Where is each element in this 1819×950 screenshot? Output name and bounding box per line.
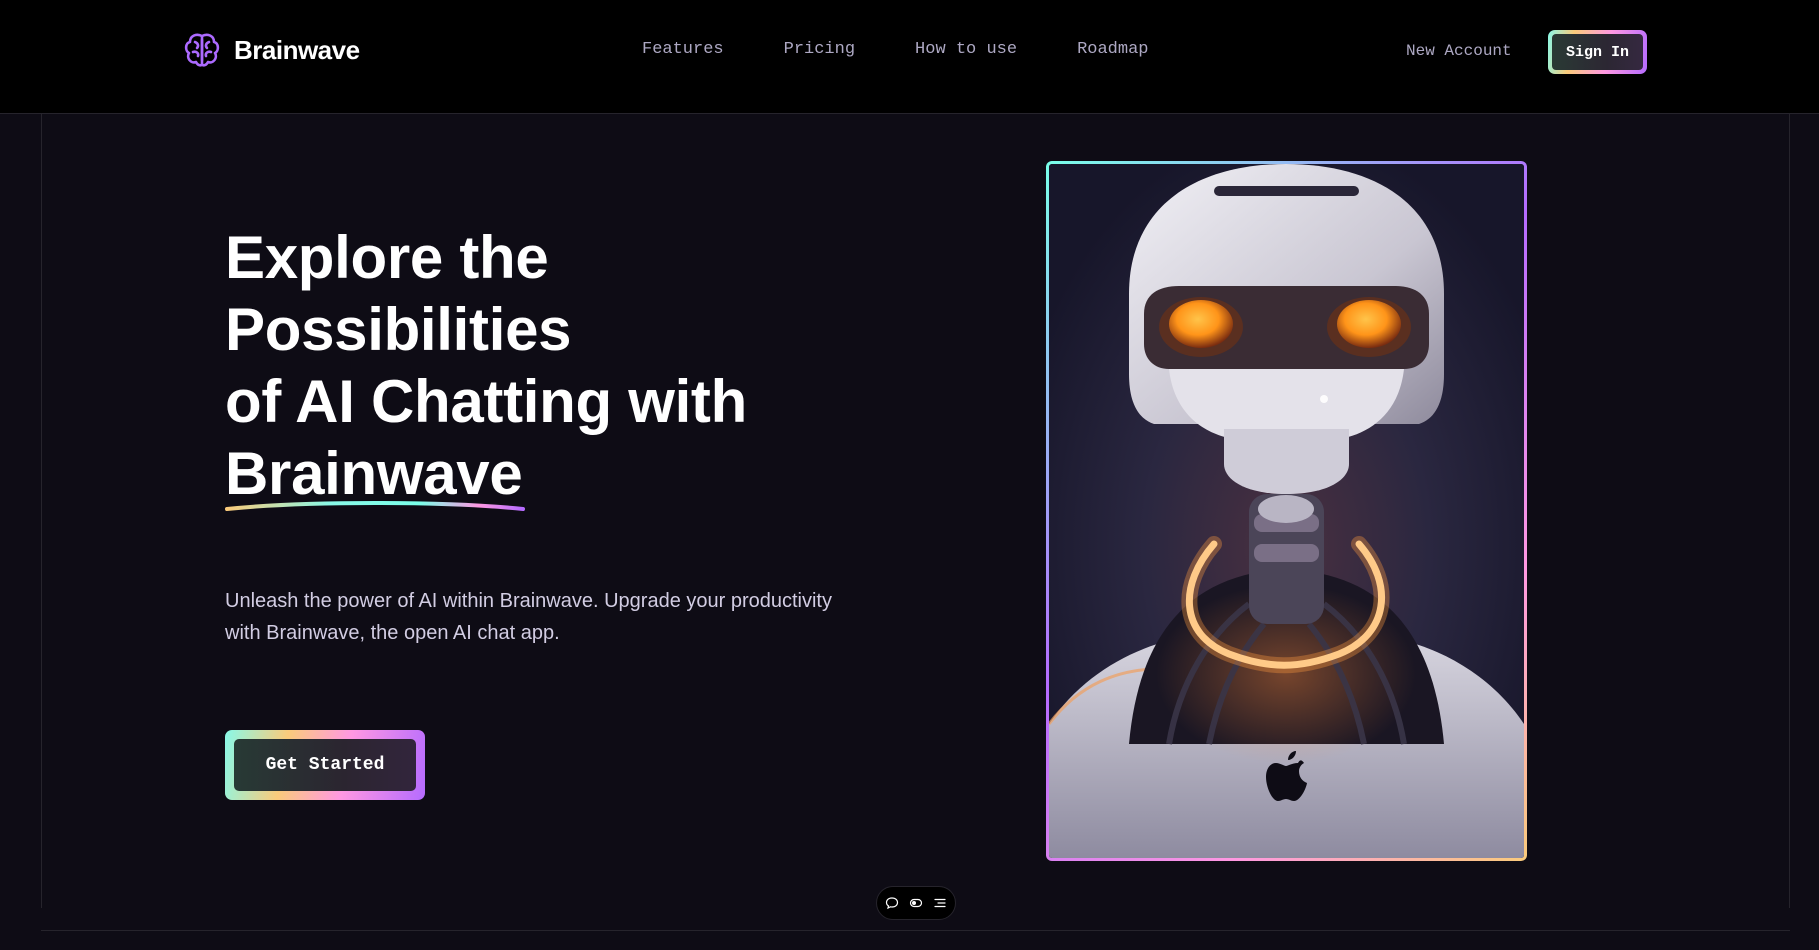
- new-account-link[interactable]: New Account: [1406, 42, 1512, 60]
- nav-link-how-to-use[interactable]: How to use: [915, 40, 1017, 59]
- hero-title: Explore the Possibilities of AI Chatting…: [225, 222, 747, 511]
- nav-link-features[interactable]: Features: [642, 40, 724, 59]
- hero-title-line-3: of AI Chatting with: [225, 368, 747, 435]
- get-started-button[interactable]: Get Started: [225, 730, 425, 800]
- get-started-label: Get Started: [234, 739, 416, 791]
- frame-line-bottom: [41, 930, 1790, 931]
- robot-illustration: [1049, 164, 1524, 858]
- chat-bubble-icon[interactable]: [885, 896, 899, 910]
- sign-in-button[interactable]: Sign In: [1548, 30, 1647, 74]
- sign-in-label: Sign In: [1552, 34, 1643, 70]
- nav-link-pricing[interactable]: Pricing: [784, 40, 855, 59]
- brain-icon: [184, 33, 220, 67]
- list-icon[interactable]: [933, 896, 947, 910]
- hero-title-brand-text: Brainwave: [225, 440, 523, 507]
- hero-description: Unleash the power of AI within Brainwave…: [225, 590, 832, 644]
- nav-links: Features Pricing How to use Roadmap: [642, 40, 1149, 59]
- mini-toolbar: [876, 886, 956, 920]
- frame-line-left: [41, 114, 42, 908]
- frame-line-right: [1789, 114, 1790, 908]
- nav-link-roadmap[interactable]: Roadmap: [1077, 40, 1148, 59]
- hero-image-frame: [1046, 161, 1527, 861]
- hero-title-brand: Brainwave: [225, 438, 525, 511]
- hero-title-line-2: Possibilities: [225, 296, 572, 363]
- top-navbar: Brainwave Features Pricing How to use Ro…: [0, 0, 1819, 114]
- brand-name: Brainwave: [234, 34, 360, 65]
- hero-title-line-1: Explore the: [225, 224, 549, 291]
- curved-underline-icon: [225, 501, 525, 511]
- page: Brainwave Features Pricing How to use Ro…: [0, 0, 1819, 950]
- brand-logo[interactable]: Brainwave: [182, 30, 360, 70]
- toggle-icon[interactable]: [909, 896, 923, 910]
